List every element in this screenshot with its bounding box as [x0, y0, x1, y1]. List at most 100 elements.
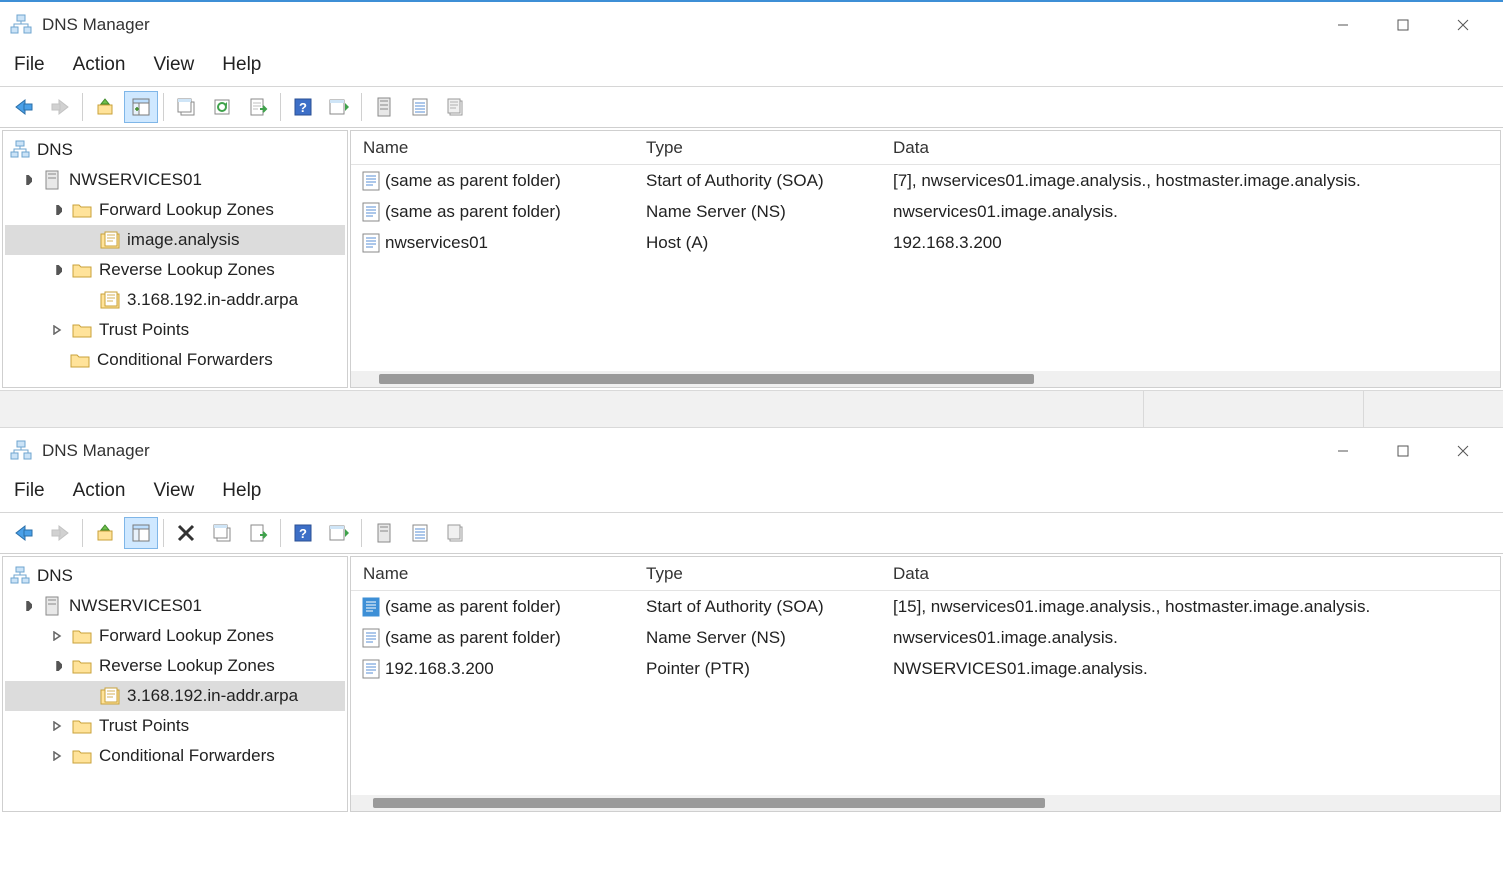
server-icon-button[interactable] [367, 517, 401, 549]
maximize-button[interactable] [1373, 5, 1433, 45]
list-pane[interactable]: Name Type Data (same as parent folder) S… [350, 130, 1501, 388]
client-area: DNS NWSERVICES01 [0, 128, 1503, 390]
tree-zone-image-analysis[interactable]: image.analysis [5, 225, 345, 255]
server-icon-button[interactable] [367, 91, 401, 123]
expand-icon[interactable] [49, 262, 65, 278]
tree-zone-reverse[interactable]: 3.168.192.in-addr.arpa [5, 285, 345, 315]
record-type: Start of Authority (SOA) [646, 171, 893, 191]
record-row[interactable]: 192.168.3.200 Pointer (PTR) NWSERVICES01… [351, 653, 1500, 684]
record-name: (same as parent folder) [385, 171, 646, 191]
tree-label: image.analysis [127, 230, 239, 250]
record-row[interactable]: nwservices01 Host (A) 192.168.3.200 [351, 227, 1500, 258]
tree-conditional-forwarders[interactable]: Conditional Forwarders [5, 741, 345, 771]
column-name[interactable]: Name [351, 138, 646, 158]
menu-view[interactable]: View [153, 54, 194, 76]
menu-file[interactable]: File [14, 480, 45, 502]
folder-icon [71, 655, 93, 677]
list-header[interactable]: Name Type Data [351, 557, 1500, 591]
view-button[interactable] [322, 517, 356, 549]
properties-button[interactable] [205, 517, 239, 549]
close-button[interactable] [1433, 5, 1493, 45]
show-hide-tree-button[interactable] [124, 517, 158, 549]
expand-icon[interactable] [49, 748, 65, 764]
record-data: nwservices01.image.analysis. [893, 628, 1500, 648]
column-data[interactable]: Data [893, 564, 1500, 584]
column-name[interactable]: Name [351, 564, 646, 584]
folder-icon [71, 745, 93, 767]
column-data[interactable]: Data [893, 138, 1500, 158]
back-button[interactable] [7, 91, 41, 123]
tree-root-dns[interactable]: DNS [5, 561, 345, 591]
tree-server[interactable]: NWSERVICES01 [5, 591, 345, 621]
horizontal-scrollbar[interactable] [351, 371, 1500, 387]
tree-trust-points[interactable]: Trust Points [5, 315, 345, 345]
list-header[interactable]: Name Type Data [351, 131, 1500, 165]
record-row[interactable]: (same as parent folder) Start of Authori… [351, 165, 1500, 196]
list-pane[interactable]: Name Type Data (same as parent folder) S… [350, 556, 1501, 812]
menu-file[interactable]: File [14, 54, 45, 76]
refresh-button[interactable] [205, 91, 239, 123]
record-row[interactable]: (same as parent folder) Start of Authori… [351, 591, 1500, 622]
help-button[interactable]: ? [286, 91, 320, 123]
filter-icon-button[interactable] [439, 517, 473, 549]
expand-icon[interactable] [49, 628, 65, 644]
server-icon [41, 169, 63, 191]
titlebar[interactable]: DNS Manager [0, 2, 1503, 48]
expand-icon[interactable] [49, 658, 65, 674]
tree-forward-lookup-zones[interactable]: Forward Lookup Zones [5, 195, 345, 225]
client-area: DNS NWSERVICES01 [0, 554, 1503, 814]
expand-icon[interactable] [19, 598, 35, 614]
titlebar[interactable]: DNS Manager [0, 428, 1503, 474]
up-button[interactable] [88, 517, 122, 549]
scrollbar-thumb[interactable] [379, 374, 1034, 384]
minimize-button[interactable] [1313, 431, 1373, 471]
delete-button[interactable] [169, 517, 203, 549]
tree-pane[interactable]: DNS NWSERVICES01 [2, 130, 348, 388]
maximize-button[interactable] [1373, 431, 1433, 471]
list-rows: (same as parent folder) Start of Authori… [351, 165, 1500, 371]
record-data: NWSERVICES01.image.analysis. [893, 659, 1500, 679]
export-button[interactable] [241, 517, 275, 549]
menu-view[interactable]: View [153, 480, 194, 502]
expand-icon[interactable] [19, 172, 35, 188]
record-type: Name Server (NS) [646, 628, 893, 648]
filter-icon-button[interactable] [439, 91, 473, 123]
scrollbar-thumb[interactable] [373, 798, 1045, 808]
tree-pane[interactable]: DNS NWSERVICES01 [2, 556, 348, 812]
column-type[interactable]: Type [646, 564, 893, 584]
up-button[interactable] [88, 91, 122, 123]
view-button[interactable] [322, 91, 356, 123]
forward-button[interactable] [43, 91, 77, 123]
tree-trust-points[interactable]: Trust Points [5, 711, 345, 741]
tree-server[interactable]: NWSERVICES01 [5, 165, 345, 195]
tree-reverse-lookup-zones[interactable]: Reverse Lookup Zones [5, 651, 345, 681]
tree-zone-reverse[interactable]: 3.168.192.in-addr.arpa [5, 681, 345, 711]
export-button[interactable] [241, 91, 275, 123]
new-window-button[interactable] [169, 91, 203, 123]
horizontal-scrollbar[interactable] [351, 795, 1500, 811]
expand-icon[interactable] [49, 718, 65, 734]
tree-conditional-forwarders[interactable]: Conditional Forwarders [5, 345, 345, 375]
tree-root-dns[interactable]: DNS [5, 135, 345, 165]
tree-reverse-lookup-zones[interactable]: Reverse Lookup Zones [5, 255, 345, 285]
help-button[interactable]: ? [286, 517, 320, 549]
tree-forward-lookup-zones[interactable]: Forward Lookup Zones [5, 621, 345, 651]
record-row[interactable]: (same as parent folder) Name Server (NS)… [351, 196, 1500, 227]
expand-icon[interactable] [49, 322, 65, 338]
expand-icon[interactable] [49, 202, 65, 218]
column-type[interactable]: Type [646, 138, 893, 158]
list-icon-button[interactable] [403, 517, 437, 549]
back-button[interactable] [7, 517, 41, 549]
menu-action[interactable]: Action [73, 480, 126, 502]
forward-button[interactable] [43, 517, 77, 549]
minimize-button[interactable] [1313, 5, 1373, 45]
list-icon-button[interactable] [403, 91, 437, 123]
record-row[interactable]: (same as parent folder) Name Server (NS)… [351, 622, 1500, 653]
menu-action[interactable]: Action [73, 54, 126, 76]
server-icon [41, 595, 63, 617]
show-hide-tree-button[interactable] [124, 91, 158, 123]
menu-help[interactable]: Help [222, 54, 261, 76]
menu-help[interactable]: Help [222, 480, 261, 502]
window-divider [0, 390, 1503, 428]
close-button[interactable] [1433, 431, 1493, 471]
